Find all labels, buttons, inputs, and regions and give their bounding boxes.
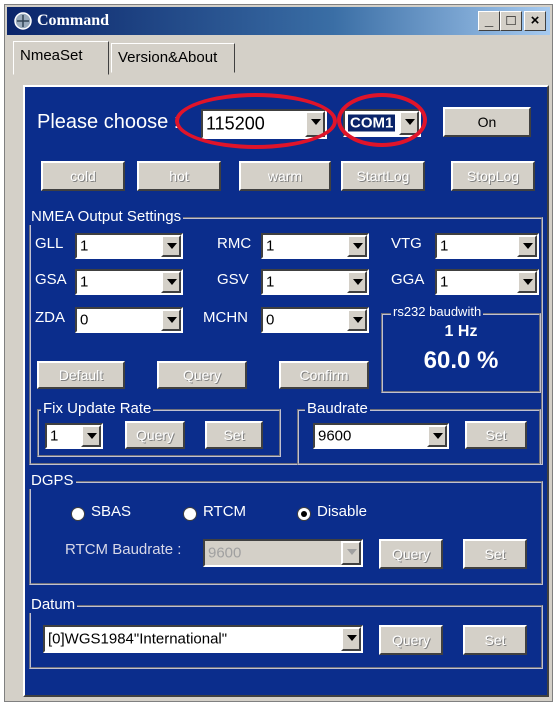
on-button[interactable]: On bbox=[443, 107, 531, 137]
rtcm-label: RTCM bbox=[203, 503, 247, 520]
confirm-button[interactable]: Confirm bbox=[279, 361, 369, 389]
disable-label: Disable bbox=[317, 503, 368, 520]
chevron-down-icon[interactable] bbox=[305, 111, 325, 137]
chevron-down-icon[interactable] bbox=[161, 271, 181, 293]
default-button[interactable]: Default bbox=[37, 361, 125, 389]
chevron-down-icon[interactable] bbox=[347, 235, 367, 257]
baudrate-set-button[interactable]: Set bbox=[465, 421, 527, 449]
dgps-title: DGPS bbox=[29, 472, 76, 489]
fix-rate-set-button[interactable]: Set bbox=[205, 421, 263, 449]
please-choose-label: Please choose : bbox=[37, 111, 180, 133]
rmc-select[interactable]: 1 bbox=[261, 233, 369, 259]
bandwidth-title: rs232 baudwith bbox=[391, 304, 484, 319]
dgps-query-button[interactable]: Query bbox=[379, 539, 443, 569]
gll-select[interactable]: 1 bbox=[75, 233, 183, 259]
gsv-select[interactable]: 1 bbox=[261, 269, 369, 295]
gsv-label: GSV bbox=[217, 271, 249, 288]
cold-start-button[interactable]: cold bbox=[41, 161, 125, 191]
dgps-group: DGPS bbox=[29, 472, 543, 585]
gsa-label: GSA bbox=[35, 271, 67, 288]
zda-select[interactable]: 0 bbox=[75, 307, 183, 333]
close-button[interactable]: × bbox=[524, 11, 546, 31]
vtg-select[interactable]: 1 bbox=[435, 233, 539, 259]
tab-version-about[interactable]: Version&About bbox=[111, 43, 235, 73]
title-bar[interactable]: Command _ □ × bbox=[7, 7, 550, 35]
fix-rate-select[interactable]: 1 bbox=[45, 423, 103, 449]
bandwidth-group: rs232 baudwith 1 Hz 60.0 % bbox=[381, 304, 541, 393]
hot-start-button[interactable]: hot bbox=[137, 161, 221, 191]
chevron-down-icon[interactable] bbox=[341, 627, 361, 651]
fix-rate-title: Fix Update Rate bbox=[41, 400, 154, 417]
mchn-select[interactable]: 0 bbox=[261, 307, 369, 333]
rtcm-radio[interactable] bbox=[183, 507, 197, 521]
warm-start-button[interactable]: warm bbox=[239, 161, 331, 191]
gga-label: GGA bbox=[391, 271, 425, 288]
gsa-select[interactable]: 1 bbox=[75, 269, 183, 295]
baudrate-title: Baudrate bbox=[305, 400, 370, 417]
maximize-button[interactable]: □ bbox=[500, 11, 522, 31]
start-log-button[interactable]: StartLog bbox=[341, 161, 425, 191]
tab-nmeaset[interactable]: NmeaSet bbox=[13, 41, 109, 75]
chevron-down-icon[interactable] bbox=[399, 111, 419, 135]
disable-radio[interactable] bbox=[297, 507, 311, 521]
command-window: Command _ □ × NmeaSet Version&About Plea… bbox=[4, 4, 553, 702]
nmeaset-panel: Please choose : 115200 COM1 On cold hot … bbox=[23, 85, 549, 697]
datum-query-button[interactable]: Query bbox=[379, 625, 443, 655]
baudrate-select[interactable]: 9600 bbox=[313, 423, 449, 449]
gll-label: GLL bbox=[35, 235, 64, 252]
rmc-label: RMC bbox=[217, 235, 252, 252]
rtcm-baudrate-label: RTCM Baudrate : bbox=[65, 541, 182, 558]
chevron-down-icon[interactable] bbox=[517, 235, 537, 257]
bandwidth-rate: 1 Hz bbox=[444, 323, 478, 340]
dgps-set-button[interactable]: Set bbox=[463, 539, 527, 569]
chevron-down-icon[interactable] bbox=[341, 541, 361, 565]
chevron-down-icon[interactable] bbox=[427, 425, 447, 447]
datum-set-button[interactable]: Set bbox=[463, 625, 527, 655]
chevron-down-icon[interactable] bbox=[161, 309, 181, 331]
zda-label: ZDA bbox=[35, 309, 65, 326]
nmea-output-title: NMEA Output Settings bbox=[29, 208, 184, 225]
vtg-label: VTG bbox=[391, 235, 422, 252]
bandwidth-percent: 60.0 % bbox=[423, 347, 499, 374]
sbas-label: SBAS bbox=[91, 503, 132, 520]
stop-log-button[interactable]: StopLog bbox=[451, 161, 535, 191]
com-port-select[interactable]: COM1 bbox=[343, 109, 421, 137]
sbas-radio[interactable] bbox=[71, 507, 85, 521]
baudrate-group: Baudrate 9600 Set bbox=[297, 400, 541, 465]
window-title: Command bbox=[37, 12, 110, 29]
mchn-label: MCHN bbox=[203, 309, 248, 326]
chevron-down-icon[interactable] bbox=[347, 271, 367, 293]
minimize-button[interactable]: _ bbox=[478, 11, 500, 31]
gga-select[interactable]: 1 bbox=[435, 269, 539, 295]
baud-select[interactable]: 115200 bbox=[201, 109, 327, 139]
fix-rate-query-button[interactable]: Query bbox=[125, 421, 185, 449]
datum-title: Datum bbox=[29, 596, 78, 613]
fix-rate-group: Fix Update Rate 1 Query Set bbox=[37, 400, 281, 457]
chevron-down-icon[interactable] bbox=[517, 271, 537, 293]
chevron-down-icon[interactable] bbox=[161, 235, 181, 257]
app-icon bbox=[14, 12, 32, 30]
chevron-down-icon[interactable] bbox=[81, 425, 101, 447]
chevron-down-icon[interactable] bbox=[347, 309, 367, 331]
rtcm-baudrate-select[interactable]: 9600 bbox=[203, 539, 363, 567]
datum-select[interactable]: [0]WGS1984"International" bbox=[43, 625, 363, 653]
nmea-query-button[interactable]: Query bbox=[157, 361, 247, 389]
